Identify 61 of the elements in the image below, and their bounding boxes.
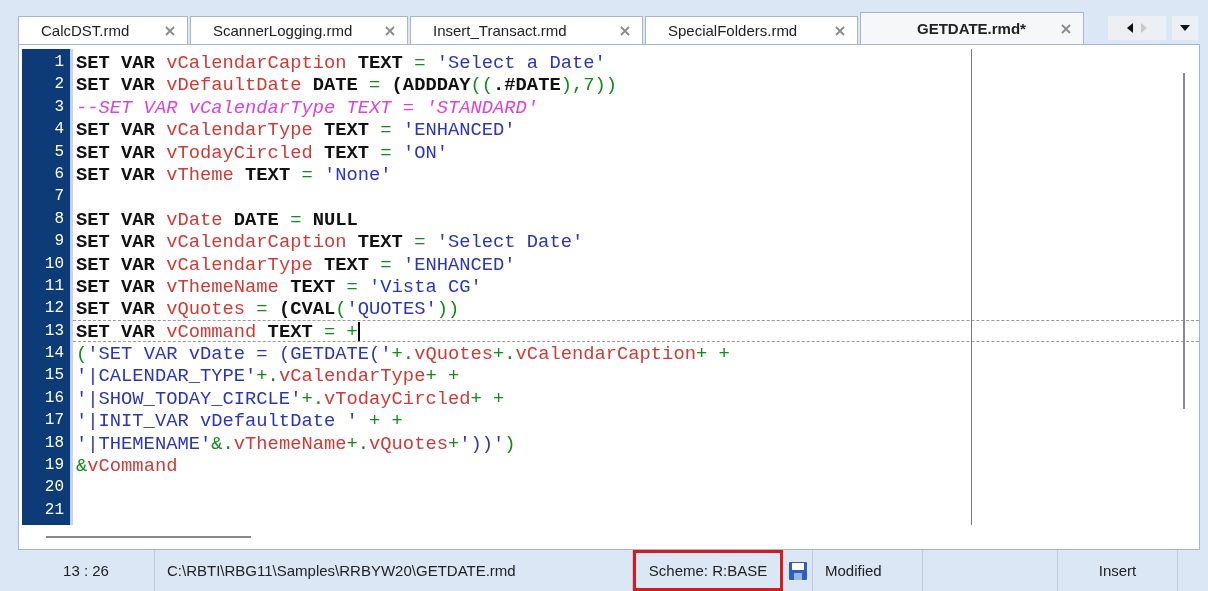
- line-number: 1: [53, 52, 65, 73]
- cursor-position: 13 : 26: [18, 550, 155, 591]
- code-editor[interactable]: [18, 44, 1200, 550]
- close-icon[interactable]: [385, 25, 395, 36]
- line-number: 16: [43, 387, 65, 409]
- code-line: SET VAR vCalendarType TEXT = 'ENHANCED': [75, 118, 517, 141]
- line-number: 17: [43, 410, 65, 432]
- file-tab[interactable]: CalcDST.rmd: [18, 16, 188, 44]
- insert-mode: Insert: [1058, 550, 1178, 591]
- line-number: 9: [53, 231, 65, 253]
- code-line: SET VAR vCommand TEXT = +: [73, 319, 1199, 343]
- scroll-left-icon[interactable]: [1127, 23, 1133, 33]
- code-line: --SET VAR vCalendarType TEXT = 'STANDARD': [75, 95, 540, 119]
- line-number: 21: [43, 499, 65, 521]
- line-number: 14: [43, 343, 65, 365]
- file-tab[interactable]: SpecialFolders.rmd: [645, 16, 858, 44]
- code-line: SET VAR vQuotes = (CVAL('QUOTES')): [75, 297, 461, 320]
- line-number: 10: [43, 253, 65, 275]
- close-icon[interactable]: [165, 25, 175, 36]
- line-number: 12: [43, 298, 65, 320]
- code-line: SET VAR vDefaultDate DATE = (ADDDAY((.#DATE),7)): [75, 73, 619, 96]
- code-line: &vCommand: [75, 454, 179, 477]
- line-number: 8: [53, 208, 65, 230]
- save-icon: [788, 561, 807, 580]
- code-line: SET VAR vThemeName TEXT = 'Vista CG': [75, 274, 483, 298]
- code-line: '|CALENDAR_TYPE'+.vCalendarType+ +: [75, 364, 461, 387]
- file-tab[interactable]: GETDATE.rmd*: [860, 12, 1084, 44]
- code-line: '|INIT_VAR vDefaultDate ' + +: [75, 409, 404, 432]
- code-line: '|SHOW_TODAY_CIRCLE'+.vTodayCircled+ +: [75, 386, 506, 410]
- vertical-scrollbar[interactable]: [1183, 73, 1185, 409]
- code-line: '|THEMENAME'&.vThemeName+.vQuotes+'))'): [75, 431, 517, 455]
- line-number: 5: [53, 141, 65, 163]
- code-line: SET VAR vCalendarCaption TEXT = 'Select Date': [75, 230, 585, 253]
- line-number: 19: [43, 455, 65, 477]
- close-icon[interactable]: [835, 25, 845, 36]
- close-icon[interactable]: [620, 25, 630, 36]
- code-line: SET VAR vTodayCircled TEXT = 'ON': [75, 140, 449, 163]
- line-number: 2: [53, 74, 65, 96]
- line-number: 18: [43, 432, 65, 454]
- line-number: 15: [43, 365, 65, 387]
- line-number: 6: [53, 163, 65, 185]
- line-number: 13: [43, 320, 65, 342]
- file-tab[interactable]: Insert_Transact.rmd: [410, 16, 643, 44]
- modified-status: Modified: [813, 550, 923, 591]
- line-number: 11: [43, 275, 65, 297]
- code-line: SET VAR vCalendarCaption TEXT = 'Select a Date': [75, 51, 607, 74]
- horizontal-scrollbar[interactable]: [46, 536, 251, 538]
- text-cursor: [357, 322, 360, 342]
- dropdown-icon[interactable]: [1180, 25, 1190, 31]
- scheme-label: Scheme: R:BASE: [633, 550, 783, 591]
- line-number: 4: [53, 119, 65, 141]
- code-line: ('SET VAR vDate = (GETDATE('+.vQuotes+.vCalendarCaption+ +: [75, 342, 731, 365]
- file-tab[interactable]: ScannerLogging.rmd: [190, 16, 408, 44]
- code-line: SET VAR vDate DATE = NULL: [75, 207, 359, 231]
- line-number: 7: [53, 186, 65, 208]
- code-line: SET VAR vCalendarType TEXT = 'ENHANCED': [75, 252, 517, 275]
- code-line: SET VAR vTheme TEXT = 'None': [75, 162, 393, 186]
- line-number: 20: [43, 477, 65, 499]
- line-number: 3: [53, 96, 65, 118]
- close-icon[interactable]: [1061, 23, 1071, 34]
- file-path: C:\RBTI\RBG11\Samples\RRBYW20\GETDATE.rmd: [155, 550, 633, 591]
